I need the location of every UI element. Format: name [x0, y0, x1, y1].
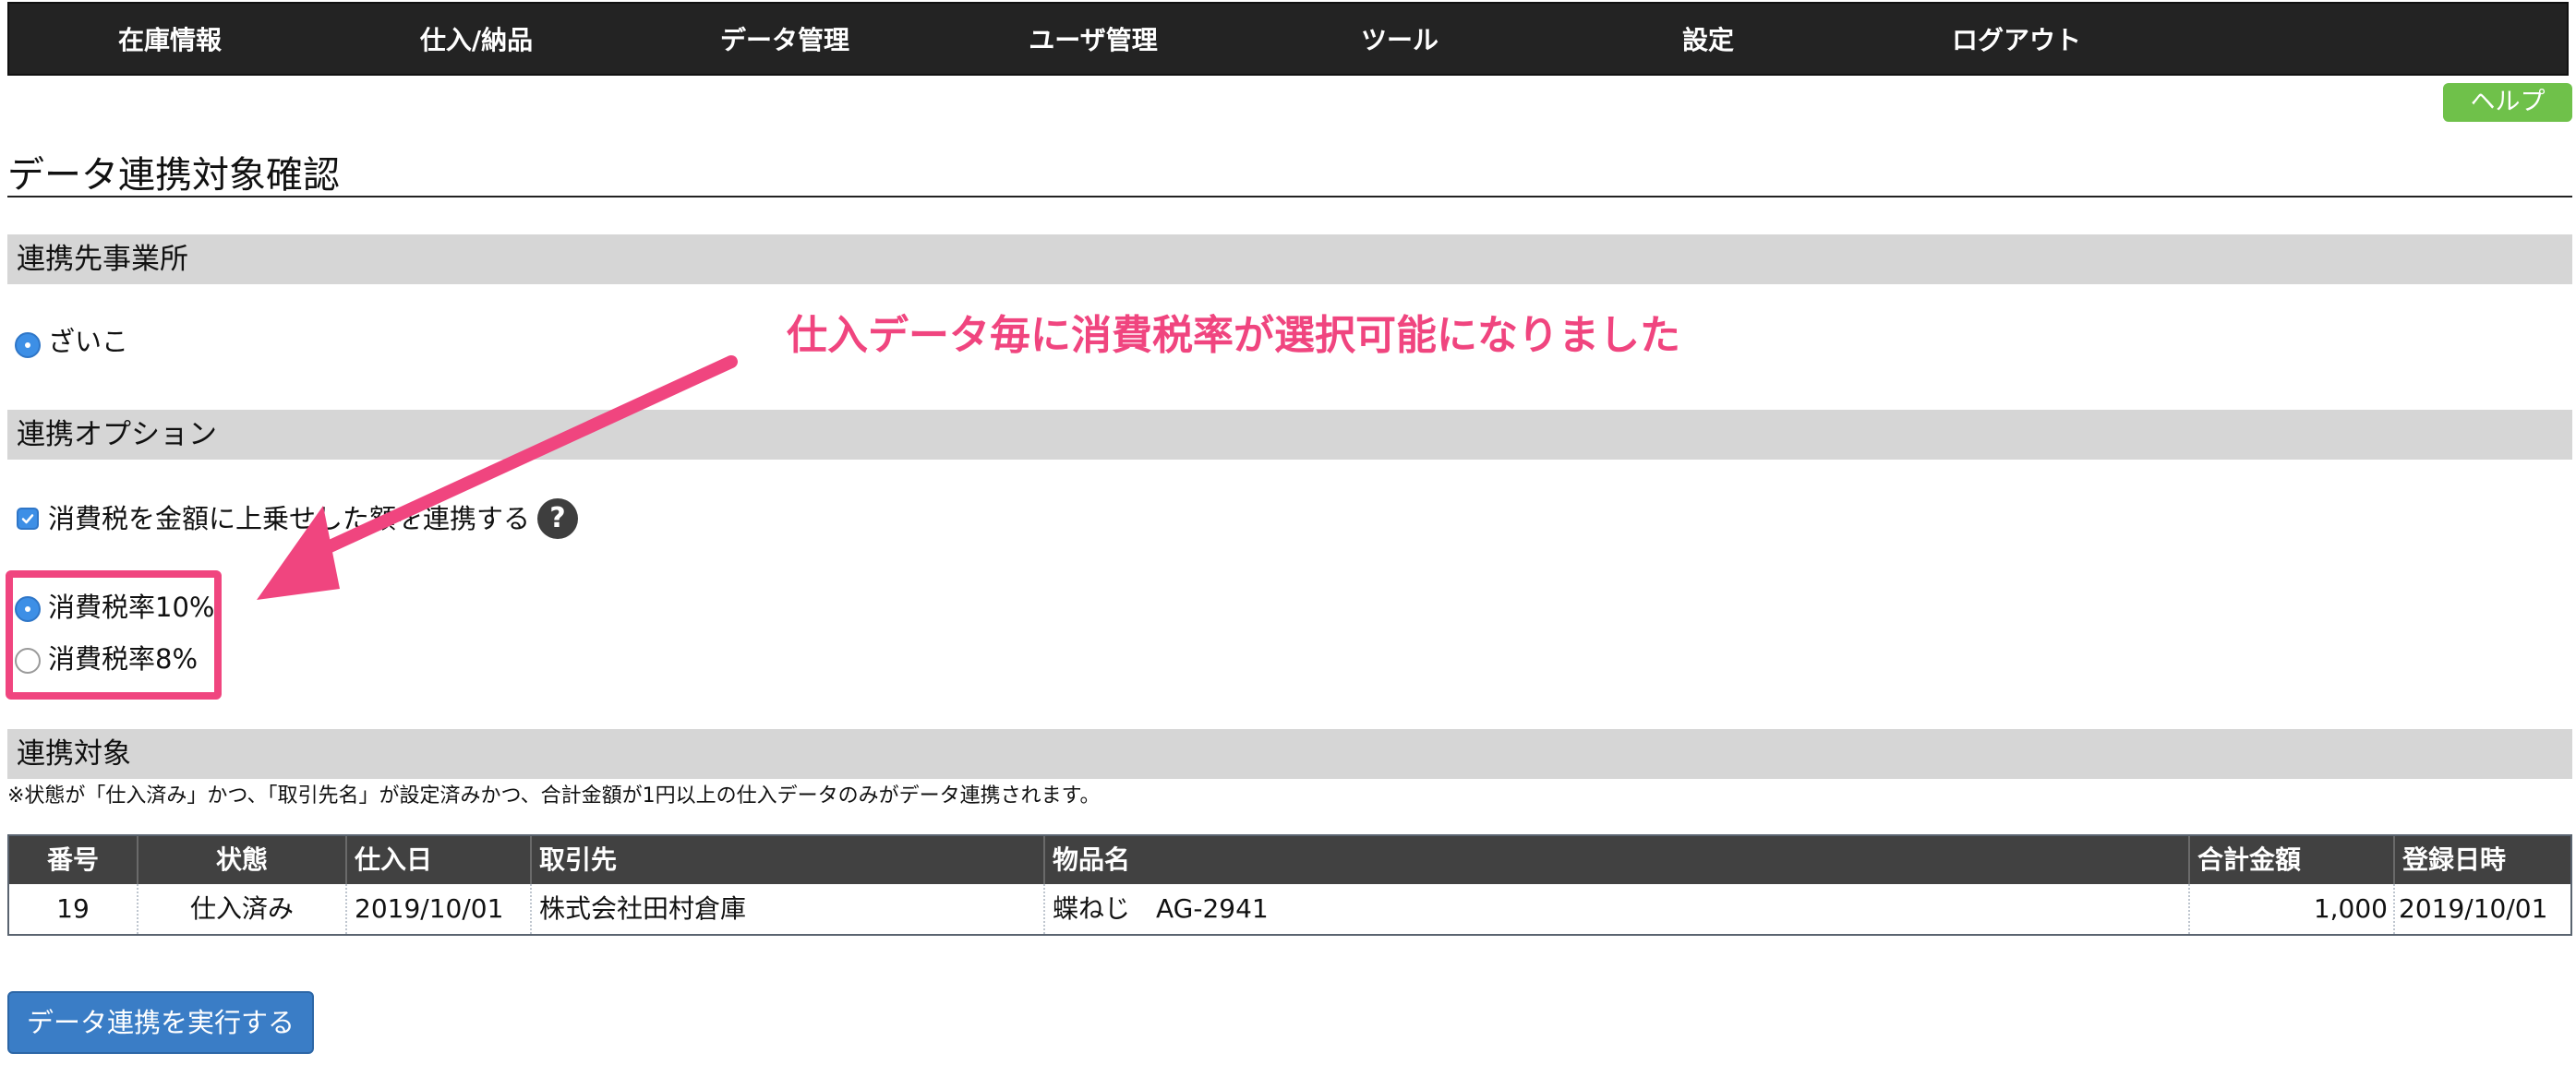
col-header-number: 番号: [9, 836, 138, 884]
cell-number: 19: [9, 884, 138, 934]
cell-status: 仕入済み: [138, 884, 347, 934]
top-navbar: 在庫情報 仕入/納品 データ管理 ユーザ管理 ツール 設定 ログアウト: [7, 2, 2569, 76]
cell-item-name: 蝶ねじ AG-2941: [1045, 884, 2190, 934]
table-row[interactable]: 19 仕入済み 2019/10/01 株式会社田村倉庫 蝶ねじ AG-2941 …: [9, 884, 2570, 934]
annotation-highlight-box: [6, 570, 222, 700]
col-header-total: 合計金額: [2190, 836, 2395, 884]
section-header-options: 連携オプション: [7, 410, 2572, 460]
question-circle-icon[interactable]: ?: [537, 498, 578, 539]
cell-total: 1,000: [2190, 884, 2395, 934]
cell-purchase-date: 2019/10/01: [347, 884, 532, 934]
nav-item-purchase[interactable]: 仕入/納品: [347, 4, 606, 78]
execute-integration-button[interactable]: データ連携を実行する: [7, 991, 314, 1054]
col-header-item-name: 物品名: [1045, 836, 2190, 884]
title-divider: [7, 196, 2572, 197]
nav-item-user-management[interactable]: ユーザ管理: [964, 4, 1222, 78]
cell-registered-at: 2019/10/01: [2399, 893, 2548, 924]
nav-item-logout[interactable]: ログアウト: [1887, 4, 2146, 78]
office-radio-zaiko[interactable]: [15, 332, 41, 358]
help-button[interactable]: ヘルプ: [2443, 83, 2572, 122]
nav-item-data-management[interactable]: データ管理: [656, 4, 914, 78]
section-header-office: 連携先事業所: [7, 234, 2572, 284]
targets-note: ※状態が「仕入済み」かつ、「取引先名」が設定済みかつ、合計金額が1円以上の仕入デ…: [7, 784, 1101, 808]
checkmark-icon: [21, 514, 34, 524]
col-header-status: 状態: [138, 836, 347, 884]
tax-addition-checkbox[interactable]: [17, 508, 39, 530]
cell-supplier: 株式会社田村倉庫: [532, 884, 1045, 934]
tax-addition-label: 消費税を金額に上乗せした額を連携する: [48, 503, 531, 534]
col-header-registered-at: 登録日時: [2402, 844, 2507, 875]
nav-item-tools[interactable]: ツール: [1270, 4, 1529, 78]
office-radio-label: ざいこ: [48, 326, 129, 357]
annotation-text: 仕入データ毎に消費税率が選択可能になりました: [787, 312, 1680, 359]
col-header-purchase-date: 仕入日: [347, 836, 532, 884]
col-header-supplier: 取引先: [532, 836, 1045, 884]
table-header-row: 番号 状態 仕入日 取引先 物品名 合計金額 登録日時: [9, 836, 2570, 884]
nav-item-settings[interactable]: 設定: [1579, 4, 1837, 78]
section-header-targets: 連携対象: [7, 729, 2572, 779]
nav-item-inventory[interactable]: 在庫情報: [41, 4, 299, 78]
targets-table: 番号 状態 仕入日 取引先 物品名 合計金額 登録日時 19 仕入済み 2019…: [7, 834, 2572, 936]
